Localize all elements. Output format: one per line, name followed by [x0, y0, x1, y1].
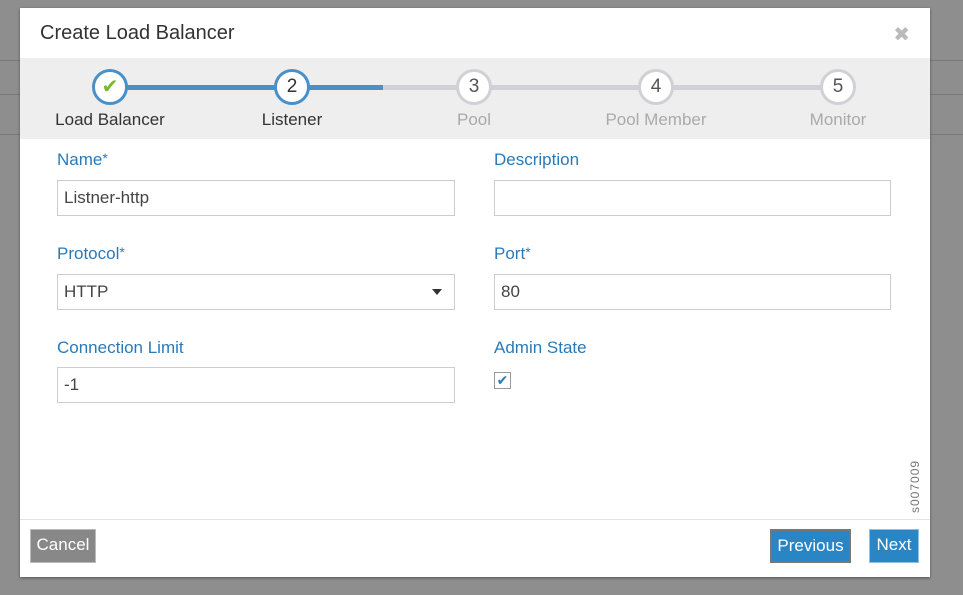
- chevron-down-icon: [432, 289, 442, 295]
- dialog-footer: [20, 519, 930, 520]
- previous-button[interactable]: Previous: [770, 529, 851, 563]
- admin-state-checkbox[interactable]: ✔: [494, 372, 511, 389]
- progress-track-done: [110, 85, 383, 90]
- step-3[interactable]: 3: [456, 69, 492, 105]
- dialog-title: Create Load Balancer: [40, 22, 235, 44]
- name-label: Name*: [57, 150, 108, 169]
- next-button[interactable]: Next: [869, 529, 919, 563]
- step-1-complete[interactable]: ✔: [92, 69, 128, 105]
- step-label-listener: Listener: [261, 110, 323, 129]
- step-2[interactable]: 2: [274, 69, 310, 105]
- watermark: s007009: [908, 459, 922, 513]
- admin-state-label: Admin State: [494, 338, 587, 357]
- port-label: Port*: [494, 244, 531, 263]
- protocol-select[interactable]: HTTP: [57, 274, 455, 310]
- description-label: Description: [494, 150, 580, 169]
- step-5[interactable]: 5: [820, 69, 856, 105]
- step-label-pool: Pool: [456, 110, 492, 129]
- cancel-button[interactable]: Cancel: [30, 529, 96, 563]
- step-4[interactable]: 4: [638, 69, 674, 105]
- step-label-load-balancer: Load Balancer: [55, 110, 165, 129]
- checkmark-icon: ✔: [101, 76, 119, 98]
- port-input[interactable]: [494, 274, 891, 310]
- protocol-label: Protocol*: [57, 244, 125, 263]
- close-icon[interactable]: ✖: [893, 22, 910, 47]
- connection-limit-input[interactable]: [57, 367, 455, 403]
- progress-track-pending: [383, 85, 838, 90]
- wizard-stepper: ✔ 2 3 4 5 Load Balancer Listener Pool Po…: [20, 58, 930, 139]
- name-input[interactable]: [57, 180, 455, 216]
- create-load-balancer-dialog: Create Load Balancer ✖ ✔ 2 3 4 5 Load Ba…: [20, 8, 930, 577]
- step-label-monitor: Monitor: [809, 110, 867, 129]
- connection-limit-label: Connection Limit: [57, 338, 184, 357]
- description-input[interactable]: [494, 180, 891, 216]
- step-label-pool-member: Pool Member: [605, 110, 707, 129]
